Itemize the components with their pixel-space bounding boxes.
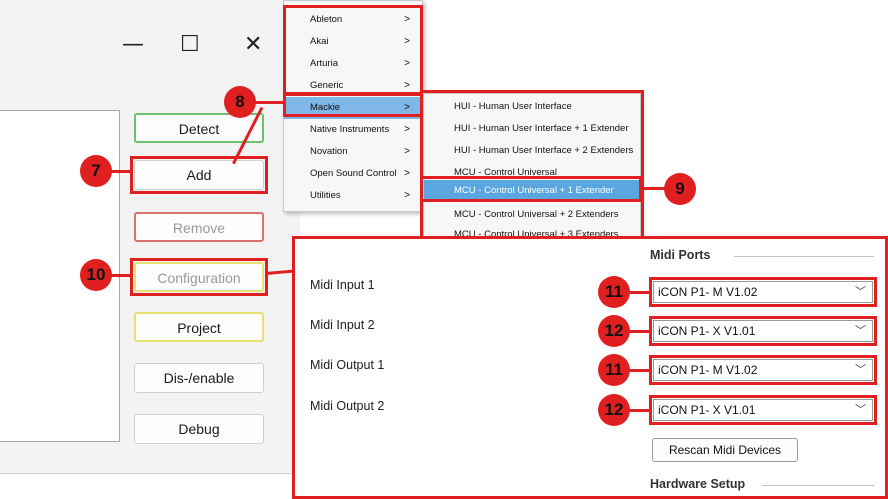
chevron-down-icon: ﹀ <box>855 364 866 376</box>
disable-button[interactable]: Dis-/enable <box>134 363 264 393</box>
midi-input-1-select[interactable]: iCON P1- M V1.02 ﹀ <box>653 281 873 303</box>
add-button[interactable]: Add <box>134 160 264 190</box>
midi-ports-title: Midi Ports <box>650 248 711 262</box>
callout-11-leader <box>628 291 650 294</box>
midi-output-1-select[interactable]: iCON P1- M V1.02 ﹀ <box>653 359 873 381</box>
close-icon[interactable]: ✕ <box>244 30 262 60</box>
callout-9-badge: 9 <box>664 173 696 205</box>
callout-9-leader <box>640 187 666 190</box>
midi-input-2-select[interactable]: iCON P1- X V1.01 ﹀ <box>653 320 873 342</box>
midi-output-2-select[interactable]: iCON P1- X V1.01 ﹀ <box>653 399 873 421</box>
menu-item-label: Novation <box>310 146 348 157</box>
select-value: iCON P1- X V1.01 <box>658 403 756 417</box>
callout-8-badge: 8 <box>224 86 256 118</box>
chevron-down-icon: ﹀ <box>855 404 866 416</box>
menu-item-label: Native Instruments <box>310 124 390 135</box>
callout-12-leader <box>628 409 650 412</box>
midi-input-2-label: Midi Input 2 <box>310 318 375 332</box>
callout-11-badge: 11 <box>598 354 630 386</box>
top-menu-highlight <box>283 5 423 95</box>
midi-output-2-label: Midi Output 2 <box>310 399 385 413</box>
menu-item-label: Utilities <box>310 190 341 201</box>
chevron-down-icon: ﹀ <box>855 325 866 337</box>
callout-12-leader <box>628 330 650 333</box>
chevron-down-icon: ﹀ <box>855 286 866 298</box>
hardware-setup-title: Hardware Setup <box>650 477 746 491</box>
callout-7-leader <box>110 170 132 173</box>
callout-11-leader <box>628 369 650 372</box>
menu-item-open-sound-control[interactable]: Open Sound Control > <box>284 163 422 185</box>
maximize-icon[interactable]: ☐ <box>180 30 200 60</box>
mackie-highlight <box>283 93 423 117</box>
menu-item-utilities[interactable]: Utilities > <box>284 185 422 207</box>
configuration-button[interactable]: Configuration <box>134 262 264 292</box>
chevron-right-icon: > <box>404 190 410 201</box>
menu-item-label: Open Sound Control <box>310 168 397 179</box>
hardware-setup-divider <box>762 485 874 486</box>
callout-7-badge: 7 <box>80 155 112 187</box>
callout-11-badge: 11 <box>598 276 630 308</box>
midi-output-1-label: Midi Output 1 <box>310 358 385 372</box>
minimize-icon[interactable]: — <box>122 30 144 60</box>
callout-12-badge: 12 <box>598 394 630 426</box>
remove-button[interactable]: Remove <box>134 212 264 242</box>
midi-ports-divider <box>734 256 874 257</box>
chevron-right-icon: > <box>404 168 410 179</box>
rescan-midi-devices-button[interactable]: Rescan Midi Devices <box>652 438 798 462</box>
project-button[interactable]: Project <box>134 312 264 342</box>
debug-button[interactable]: Debug <box>134 414 264 444</box>
select-value: iCON P1- M V1.02 <box>658 285 758 299</box>
midi-input-1-label: Midi Input 1 <box>310 278 375 292</box>
mcu-1-ext-highlight <box>420 176 642 202</box>
chevron-right-icon: > <box>404 146 410 157</box>
menu-item-native-instruments[interactable]: Native Instruments > <box>284 119 422 141</box>
chevron-right-icon: > <box>404 124 410 135</box>
submenu-highlight <box>420 90 644 246</box>
select-value: iCON P1- X V1.01 <box>658 324 756 338</box>
select-value: iCON P1- M V1.02 <box>658 363 758 377</box>
callout-10-leader <box>110 274 132 277</box>
callout-10-badge: 10 <box>80 259 112 291</box>
callout-8-leader <box>254 101 284 104</box>
callout-12-badge: 12 <box>598 315 630 347</box>
menu-item-novation[interactable]: Novation > <box>284 141 422 163</box>
